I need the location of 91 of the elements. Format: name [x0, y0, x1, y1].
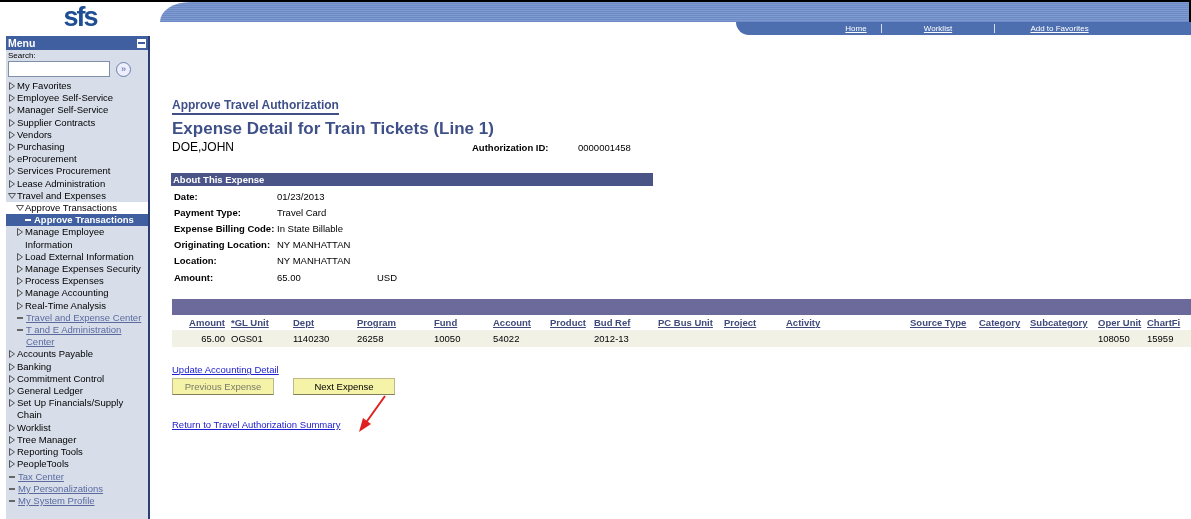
menu-item[interactable]: Commitment Control	[6, 372, 148, 386]
field-label: Location:	[174, 255, 218, 267]
column-header[interactable]: *GL Unit	[228, 315, 290, 331]
menu-item[interactable]: My Personalizations	[6, 482, 148, 495]
column-header[interactable]: PC Bus Unit	[655, 315, 721, 331]
column-header[interactable]: Product	[547, 315, 591, 331]
menu-item[interactable]: Accounts Payable	[6, 348, 148, 361]
table-cell: 1140230	[290, 330, 354, 348]
field-label: Authorization ID:	[472, 141, 550, 153]
menu-item[interactable]: Supplier Contracts	[6, 116, 148, 129]
menu-item[interactable]: My Favorites	[6, 80, 148, 93]
menu-item[interactable]: Real-Time Analysis	[6, 299, 148, 312]
column-header[interactable]: Account	[490, 315, 547, 331]
menu-item[interactable]: Worklist	[6, 421, 148, 434]
menu-item[interactable]: General Ledger	[6, 385, 148, 398]
field-value: Travel Card	[277, 206, 328, 218]
field-label: Expense Billing Code:	[174, 222, 276, 234]
breadcrumb-link[interactable]: Approve Travel Authorization	[172, 98, 339, 115]
field-value: 65.00	[277, 271, 302, 283]
column-header[interactable]: Project	[721, 315, 783, 331]
column-header[interactable]: Dept	[290, 315, 354, 331]
update-accounting-link[interactable]: Update Accounting Detail	[172, 364, 279, 376]
menu-item[interactable]: Approve Transactions	[6, 202, 148, 215]
table-cell: 108050	[1095, 330, 1144, 348]
pointer-arrow	[357, 394, 389, 434]
nav-link[interactable]: Worklist	[881, 24, 994, 33]
menu-item[interactable]: Manager Self-Service	[6, 104, 148, 117]
column-header[interactable]: Amount	[172, 315, 228, 331]
search-go-button[interactable]: »	[116, 61, 131, 77]
menu-item[interactable]: Load External Information	[6, 250, 148, 264]
menu-item[interactable]: Vendors	[6, 128, 148, 141]
table-cell: 65.00	[172, 330, 228, 348]
table-cell: OGS01	[228, 330, 290, 348]
search-field[interactable]	[8, 61, 110, 77]
menu-item[interactable]: Tax Center	[6, 470, 148, 483]
currency-code: USD	[377, 271, 399, 283]
expense-nav-button[interactable]: Next Expense	[293, 378, 395, 396]
menu-item[interactable]: T and E Administration Center	[6, 324, 148, 349]
page-title: Expense Detail for Train Tickets (Line 1)	[172, 119, 495, 139]
menu-item[interactable]: Approve Transactions	[6, 214, 148, 227]
field-label: Payment Type:	[174, 206, 242, 218]
collapsed-triangle-icon[interactable]	[16, 228, 24, 237]
field-value: 0000001458	[578, 141, 631, 153]
menu-item[interactable]: Process Expenses	[6, 275, 148, 288]
employee-name: DOE,JOHN	[172, 140, 235, 154]
column-header[interactable]: ChartFi	[1144, 315, 1191, 331]
column-header[interactable]: Subcategory	[1027, 315, 1095, 331]
column-header[interactable]: Category	[976, 315, 1027, 331]
nav-link[interactable]: Home	[831, 24, 881, 33]
menu-item[interactable]: Lease Administration	[6, 177, 148, 190]
field-value: 01/23/2013	[277, 190, 326, 202]
logo: sfs	[63, 2, 97, 32]
field-label: Amount:	[174, 271, 215, 283]
menu-item[interactable]: My System Profile	[6, 494, 148, 508]
column-header[interactable]: Bud Ref	[591, 315, 655, 331]
menu-item[interactable]: Travel and Expenses	[6, 189, 148, 203]
collapse-button[interactable]	[137, 38, 146, 48]
menu-item[interactable]: Manage Accounting	[6, 287, 148, 300]
table-cell: 54022	[490, 330, 547, 348]
menu-item[interactable]: Set Up Financials/Supply Chain	[6, 397, 148, 422]
menu-item[interactable]: PeopleTools	[6, 458, 148, 471]
column-header[interactable]: Activity	[783, 315, 907, 331]
field-value: In State Billable	[277, 222, 344, 234]
return-link[interactable]: Return to Travel Authorization Summary	[172, 419, 341, 431]
section-header: About This Expense	[171, 173, 653, 186]
table-cell: 26258	[354, 330, 431, 348]
menu-item[interactable]: Banking	[6, 360, 148, 373]
search-label: Search:	[7, 50, 37, 61]
menu-item[interactable]: Services Procurement	[6, 165, 148, 178]
menu-item[interactable]: Tree Manager	[6, 433, 148, 447]
table-cell: 2012-13	[591, 330, 655, 348]
menu-title: Menu	[8, 37, 36, 49]
field-value: NY MANHATTAN	[277, 255, 352, 267]
table-cell: 10050	[431, 330, 490, 348]
menu-item[interactable]: Employee Self-Service	[6, 92, 148, 105]
table-cell: 15959	[1144, 330, 1191, 348]
menu-item[interactable]: Purchasing	[6, 141, 148, 154]
column-header[interactable]: Fund	[431, 315, 490, 331]
column-header[interactable]: Program	[354, 315, 431, 331]
menu-item[interactable]: Reporting Tools	[6, 446, 148, 459]
menu-item[interactable]: Manage Expenses Security	[6, 263, 148, 276]
field-label: Originating Location:	[174, 239, 272, 251]
field-value: NY MANHATTAN	[277, 239, 352, 251]
nav-link[interactable]: Add to Favorites	[994, 24, 1124, 33]
field-label: Date:	[174, 190, 199, 202]
column-header[interactable]: Oper Unit	[1095, 315, 1144, 331]
minus-icon	[138, 42, 145, 44]
menu-item[interactable]: Manage Employee Information	[6, 226, 148, 251]
column-header[interactable]: Source Type	[907, 315, 976, 331]
menu-item[interactable]: Travel and Expense Center	[6, 311, 148, 325]
menu-item[interactable]: eProcurement	[6, 153, 148, 166]
